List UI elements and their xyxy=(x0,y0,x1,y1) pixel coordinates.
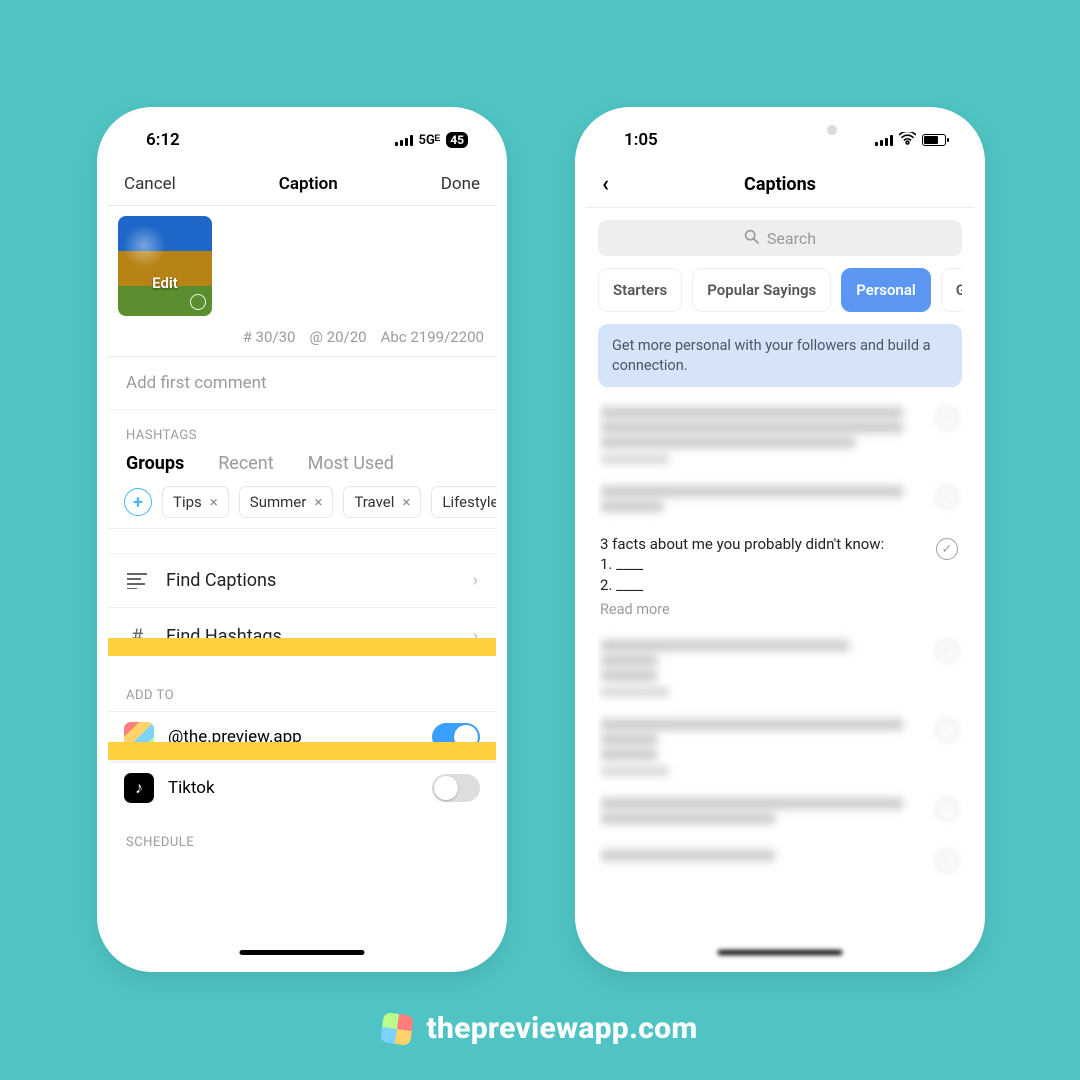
preview-logo-icon xyxy=(381,1012,415,1046)
hashtag-chip-row: + Tips× Summer× Travel× Lifestyle xyxy=(108,486,496,529)
addto-tiktok-row[interactable]: ♪ Tiktok xyxy=(108,762,496,813)
wifi-icon xyxy=(899,131,916,149)
char-counter: Abc 2199/2200 xyxy=(381,328,484,346)
hashtag-icon: # xyxy=(126,624,148,648)
hashtag-segment: Groups Recent Most Used xyxy=(108,451,496,486)
footer-brand: thepreviewapp.com xyxy=(0,1011,1080,1046)
chip-summer[interactable]: Summer× xyxy=(239,486,334,518)
caption-item[interactable]: 3 facts about me you probably didn't kno… xyxy=(600,534,960,618)
select-caption-icon[interactable]: ✓ xyxy=(936,486,958,508)
cancel-button[interactable]: Cancel xyxy=(124,174,176,194)
done-button[interactable]: Done xyxy=(441,174,480,194)
mention-counter: @ 20/20 xyxy=(309,328,366,346)
category-description-banner: Get more personal with your followers an… xyxy=(598,324,962,387)
post-thumbnail[interactable]: Edit xyxy=(118,216,212,316)
search-icon xyxy=(744,229,759,248)
addto-preview-row[interactable]: @the.preview.app xyxy=(108,711,496,762)
find-hashtags-label: Find Hashtags xyxy=(166,626,282,647)
schedule-section-label: SCHEDULE xyxy=(108,813,496,858)
home-indicator xyxy=(240,950,365,955)
brand-url: thepreviewapp.com xyxy=(426,1011,697,1046)
read-more-link[interactable]: Read more xyxy=(600,601,920,618)
preview-toggle[interactable] xyxy=(432,723,480,751)
multipost-icon xyxy=(190,294,206,310)
back-button[interactable]: ‹ xyxy=(602,172,609,197)
caption-editor-area[interactable]: Edit # 30/30 @ 20/20 Abc 2199/2200 xyxy=(108,206,496,357)
find-captions-label: Find Captions xyxy=(166,570,276,591)
caption-line: 3 facts about me you probably didn't kno… xyxy=(600,534,920,554)
caption-line: 1. ____ xyxy=(600,554,920,574)
search-input[interactable]: Search xyxy=(598,220,962,256)
chip-travel[interactable]: Travel× xyxy=(343,486,421,518)
caption-category-tabs: Starters Popular Sayings Personal Get Co… xyxy=(598,268,962,312)
addto-section-label: ADD TO xyxy=(108,664,496,711)
caption-item-blurred[interactable]: ✓ xyxy=(600,482,960,516)
phone-right: 1:05 ‹ Captions Search xyxy=(575,107,985,972)
chip-tips[interactable]: Tips× xyxy=(162,486,229,518)
tab-get-comments[interactable]: Get Comments xyxy=(941,268,962,312)
select-caption-icon[interactable]: ✓ xyxy=(936,407,958,429)
status-time: 1:05 xyxy=(624,130,658,150)
captions-title: Captions xyxy=(744,174,816,195)
caption-item-blurred[interactable]: ✓ xyxy=(600,403,960,464)
addto-list: @the.preview.app ♪ Tiktok xyxy=(108,711,496,813)
cellular-icon xyxy=(395,135,413,146)
battery-badge: 45 xyxy=(446,132,468,148)
search-placeholder: Search xyxy=(767,229,816,248)
seg-recent[interactable]: Recent xyxy=(218,453,273,474)
caption-line: 2. ____ xyxy=(600,575,920,595)
add-hashtag-group-button[interactable]: + xyxy=(124,488,152,516)
phone-left: 6:12 5Gᴱ 45 Cancel Caption Done Edit # xyxy=(97,107,507,972)
nav-title: Caption xyxy=(279,174,338,194)
captions-icon xyxy=(126,573,148,589)
hash-counter: # 30/30 xyxy=(243,328,296,346)
chip-lifestyle[interactable]: Lifestyle xyxy=(431,486,496,518)
select-caption-icon[interactable]: ✓ xyxy=(936,798,958,820)
find-hashtags-row[interactable]: # Find Hashtags › xyxy=(108,607,496,664)
select-caption-icon[interactable]: ✓ xyxy=(936,538,958,560)
edit-thumbnail-label: Edit xyxy=(118,274,212,292)
caption-item-blurred[interactable]: ✓ xyxy=(600,715,960,776)
close-icon[interactable]: × xyxy=(402,493,410,511)
tiktok-app-icon: ♪ xyxy=(124,773,154,803)
battery-icon xyxy=(922,134,946,146)
seg-most-used[interactable]: Most Used xyxy=(308,453,394,474)
chevron-right-icon: › xyxy=(473,570,478,591)
select-caption-icon[interactable]: ✓ xyxy=(936,719,958,741)
preview-handle: @the.preview.app xyxy=(168,727,302,747)
nav-bar: Cancel Caption Done xyxy=(108,162,496,206)
notch xyxy=(217,118,387,144)
chevron-right-icon: › xyxy=(473,626,478,647)
status-time: 6:12 xyxy=(146,130,180,150)
select-caption-icon[interactable]: ✓ xyxy=(936,640,958,662)
close-icon[interactable]: × xyxy=(314,493,322,511)
home-indicator xyxy=(718,950,843,955)
caption-item-blurred[interactable]: ✓ xyxy=(600,846,960,865)
find-captions-row[interactable]: Find Captions › xyxy=(108,553,496,607)
seg-groups[interactable]: Groups xyxy=(126,453,184,474)
select-caption-icon[interactable]: ✓ xyxy=(936,850,958,872)
tab-popular-sayings[interactable]: Popular Sayings xyxy=(692,268,831,312)
first-comment-input[interactable]: Add first comment xyxy=(108,357,496,410)
tab-personal[interactable]: Personal xyxy=(841,268,931,312)
cellular-icon xyxy=(875,135,893,146)
caption-item-blurred[interactable]: ✓ xyxy=(600,794,960,828)
tab-starters[interactable]: Starters xyxy=(598,268,682,312)
close-icon[interactable]: × xyxy=(210,493,218,511)
captions-list[interactable]: ✓ ✓ 3 facts about me you probably didn't… xyxy=(598,399,962,961)
preview-app-icon xyxy=(124,722,154,752)
hashtags-section-label: HASHTAGS xyxy=(108,410,496,451)
notch xyxy=(695,118,865,144)
tools-list: Find Captions › # Find Hashtags › xyxy=(108,553,496,664)
caption-item-blurred[interactable]: ✓ xyxy=(600,636,960,697)
network-label: 5Gᴱ xyxy=(419,132,441,148)
tiktok-label: Tiktok xyxy=(168,778,215,798)
captions-nav: ‹ Captions xyxy=(586,162,974,208)
tiktok-toggle[interactable] xyxy=(432,774,480,802)
